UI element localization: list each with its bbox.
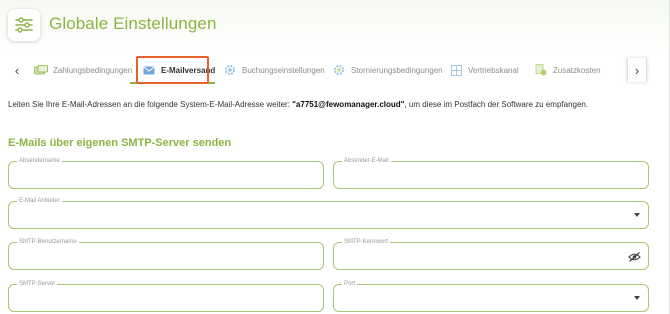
smtp-server-input[interactable]: [17, 293, 301, 307]
smtp-password-field[interactable]: SMTP-Kennwort: [333, 238, 649, 270]
email-provider-value[interactable]: [17, 210, 626, 224]
page-title: Globale Einstellungen: [49, 14, 217, 33]
port-select[interactable]: Port: [333, 280, 649, 312]
tab-label: Vertriebskanal: [468, 65, 519, 75]
system-email-address: "a7751@fewomanager.cloud": [292, 100, 405, 109]
tab-zusatzkosten[interactable]: Zusatzkosten: [534, 58, 601, 82]
eye-off-icon[interactable]: [627, 251, 641, 263]
sender-email-field[interactable]: Absender-E-Mail: [333, 157, 649, 189]
tabs-scroll-right-button[interactable]: ›: [627, 58, 647, 82]
email-provider-label: E-Mail Anbieter: [17, 197, 62, 205]
active-tab-highlight: [136, 56, 209, 84]
gear-icon: [223, 64, 237, 76]
smtp-username-field[interactable]: SMTP-Benutzername: [8, 238, 324, 270]
email-provider-select[interactable]: E-Mail Anbieter: [8, 197, 649, 229]
smtp-server-label: SMTP-Server: [17, 280, 58, 288]
sender-name-label: Absendername: [17, 157, 62, 165]
tab-label: Stornierungsbedingungen: [351, 65, 443, 75]
smtp-server-field[interactable]: SMTP-Server: [8, 280, 324, 312]
info-prefix: Leiten Sie Ihre E-Mail-Adressen an die f…: [8, 100, 293, 109]
sender-name-input[interactable]: [17, 170, 301, 184]
tab-label: Zusatzkosten: [553, 65, 601, 75]
tabs-scroll-left-button[interactable]: ‹: [7, 58, 27, 82]
tabs-bar: ‹ Zahlungsbedingungen E-Mailversand Buch…: [0, 56, 669, 84]
port-value[interactable]: [342, 293, 626, 307]
tab-buchungseinstellungen[interactable]: Buchungseinstellungen: [223, 58, 325, 82]
tab-vertriebskanal[interactable]: Vertriebskanal: [449, 58, 519, 82]
payment-icon: [34, 64, 48, 76]
smtp-password-label: SMTP-Kennwort: [342, 238, 391, 246]
smtp-password-input[interactable]: [342, 251, 626, 265]
tab-zahlungsbedingungen[interactable]: Zahlungsbedingungen: [34, 58, 132, 82]
forwarding-info-text: Leiten Sie Ihre E-Mail-Adressen an die f…: [8, 100, 588, 109]
tab-label: Zahlungsbedingungen: [53, 65, 133, 75]
chevron-down-icon[interactable]: [634, 213, 640, 217]
smtp-username-input[interactable]: [17, 251, 301, 265]
sliders-icon: [8, 9, 40, 41]
chevron-down-icon[interactable]: [634, 296, 640, 300]
gear-cancel-icon: [332, 64, 346, 76]
tab-stornierungsbedingungen[interactable]: Stornierungsbedingungen: [332, 58, 443, 82]
smtp-section-title: E-Mails über eigenen SMTP-Server senden: [8, 137, 232, 149]
info-suffix: , um diese im Postfach der Software zu e…: [404, 100, 589, 109]
settings-page: Globale Einstellungen ‹ Zahlungsbedingun…: [0, 0, 670, 314]
sender-email-input[interactable]: [342, 170, 626, 184]
sender-name-field[interactable]: Absendername: [8, 157, 324, 189]
sender-email-label: Absender-E-Mail: [342, 157, 391, 165]
page-header: Globale Einstellungen: [0, 0, 669, 52]
port-label: Port: [342, 280, 358, 288]
grid-icon: [449, 64, 463, 76]
smtp-username-label: SMTP-Benutzername: [17, 238, 79, 246]
tab-label: Buchungseinstellungen: [242, 65, 325, 75]
receipt-icon: [534, 64, 548, 76]
